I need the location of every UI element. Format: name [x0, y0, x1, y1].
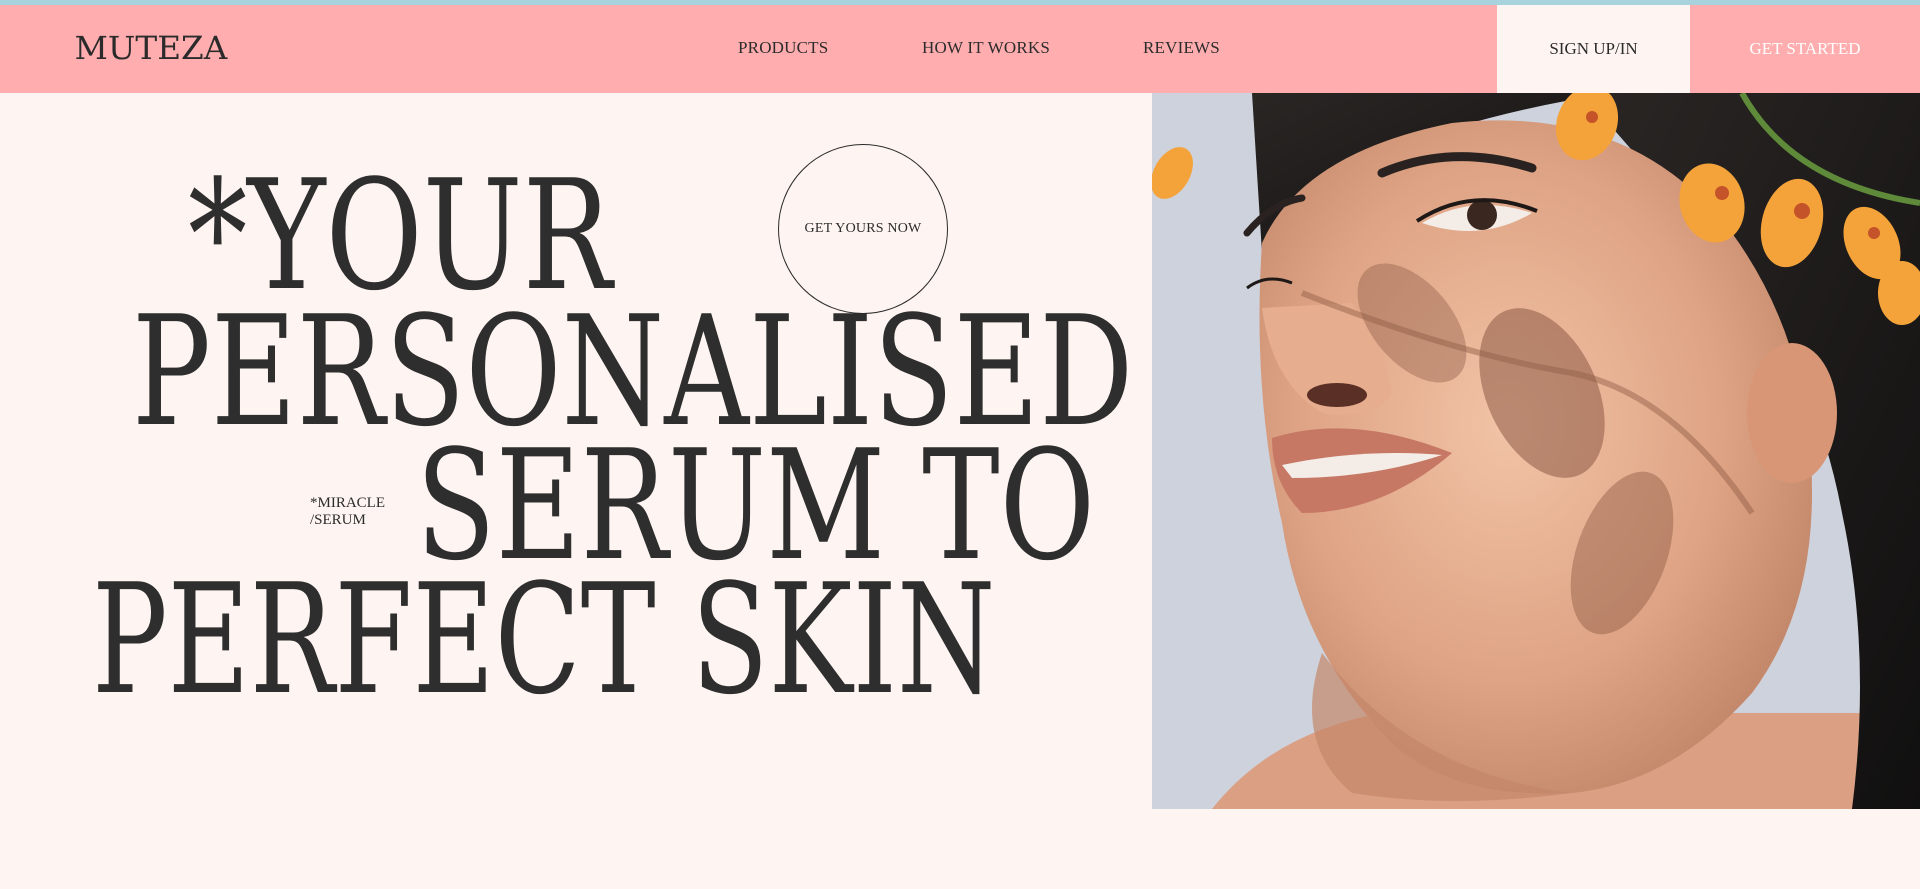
headline-line-4: PERFECT SKIN [92, 551, 996, 728]
get-started-label: GET STARTED [1749, 39, 1861, 58]
get-started-button[interactable]: GET STARTED [1690, 5, 1920, 93]
sign-up-in-button[interactable]: SIGN UP/IN [1497, 5, 1690, 93]
nav-link-how-it-works[interactable]: HOW IT WORKS [922, 38, 1050, 58]
get-yours-now-button[interactable]: GET YOURS NOW [778, 144, 948, 314]
get-yours-now-label: GET YOURS NOW [804, 221, 922, 236]
miracle-serum-tag: *MIRACLE /SERUM [310, 495, 385, 529]
tag-line-2: /SERUM [310, 512, 366, 528]
sign-up-in-label: SIGN UP/IN [1549, 39, 1638, 58]
tag-line-1: *MIRACLE [310, 495, 385, 511]
brand-logo[interactable]: MUTEZA [75, 31, 228, 65]
hero-image [1152, 93, 1920, 809]
nav-link-products[interactable]: PRODUCTS [738, 38, 828, 58]
nav-link-reviews[interactable]: REVIEWS [1143, 38, 1220, 58]
top-navigation: MUTEZA PRODUCTS HOW IT WORKS REVIEWS SIG… [0, 5, 1920, 93]
